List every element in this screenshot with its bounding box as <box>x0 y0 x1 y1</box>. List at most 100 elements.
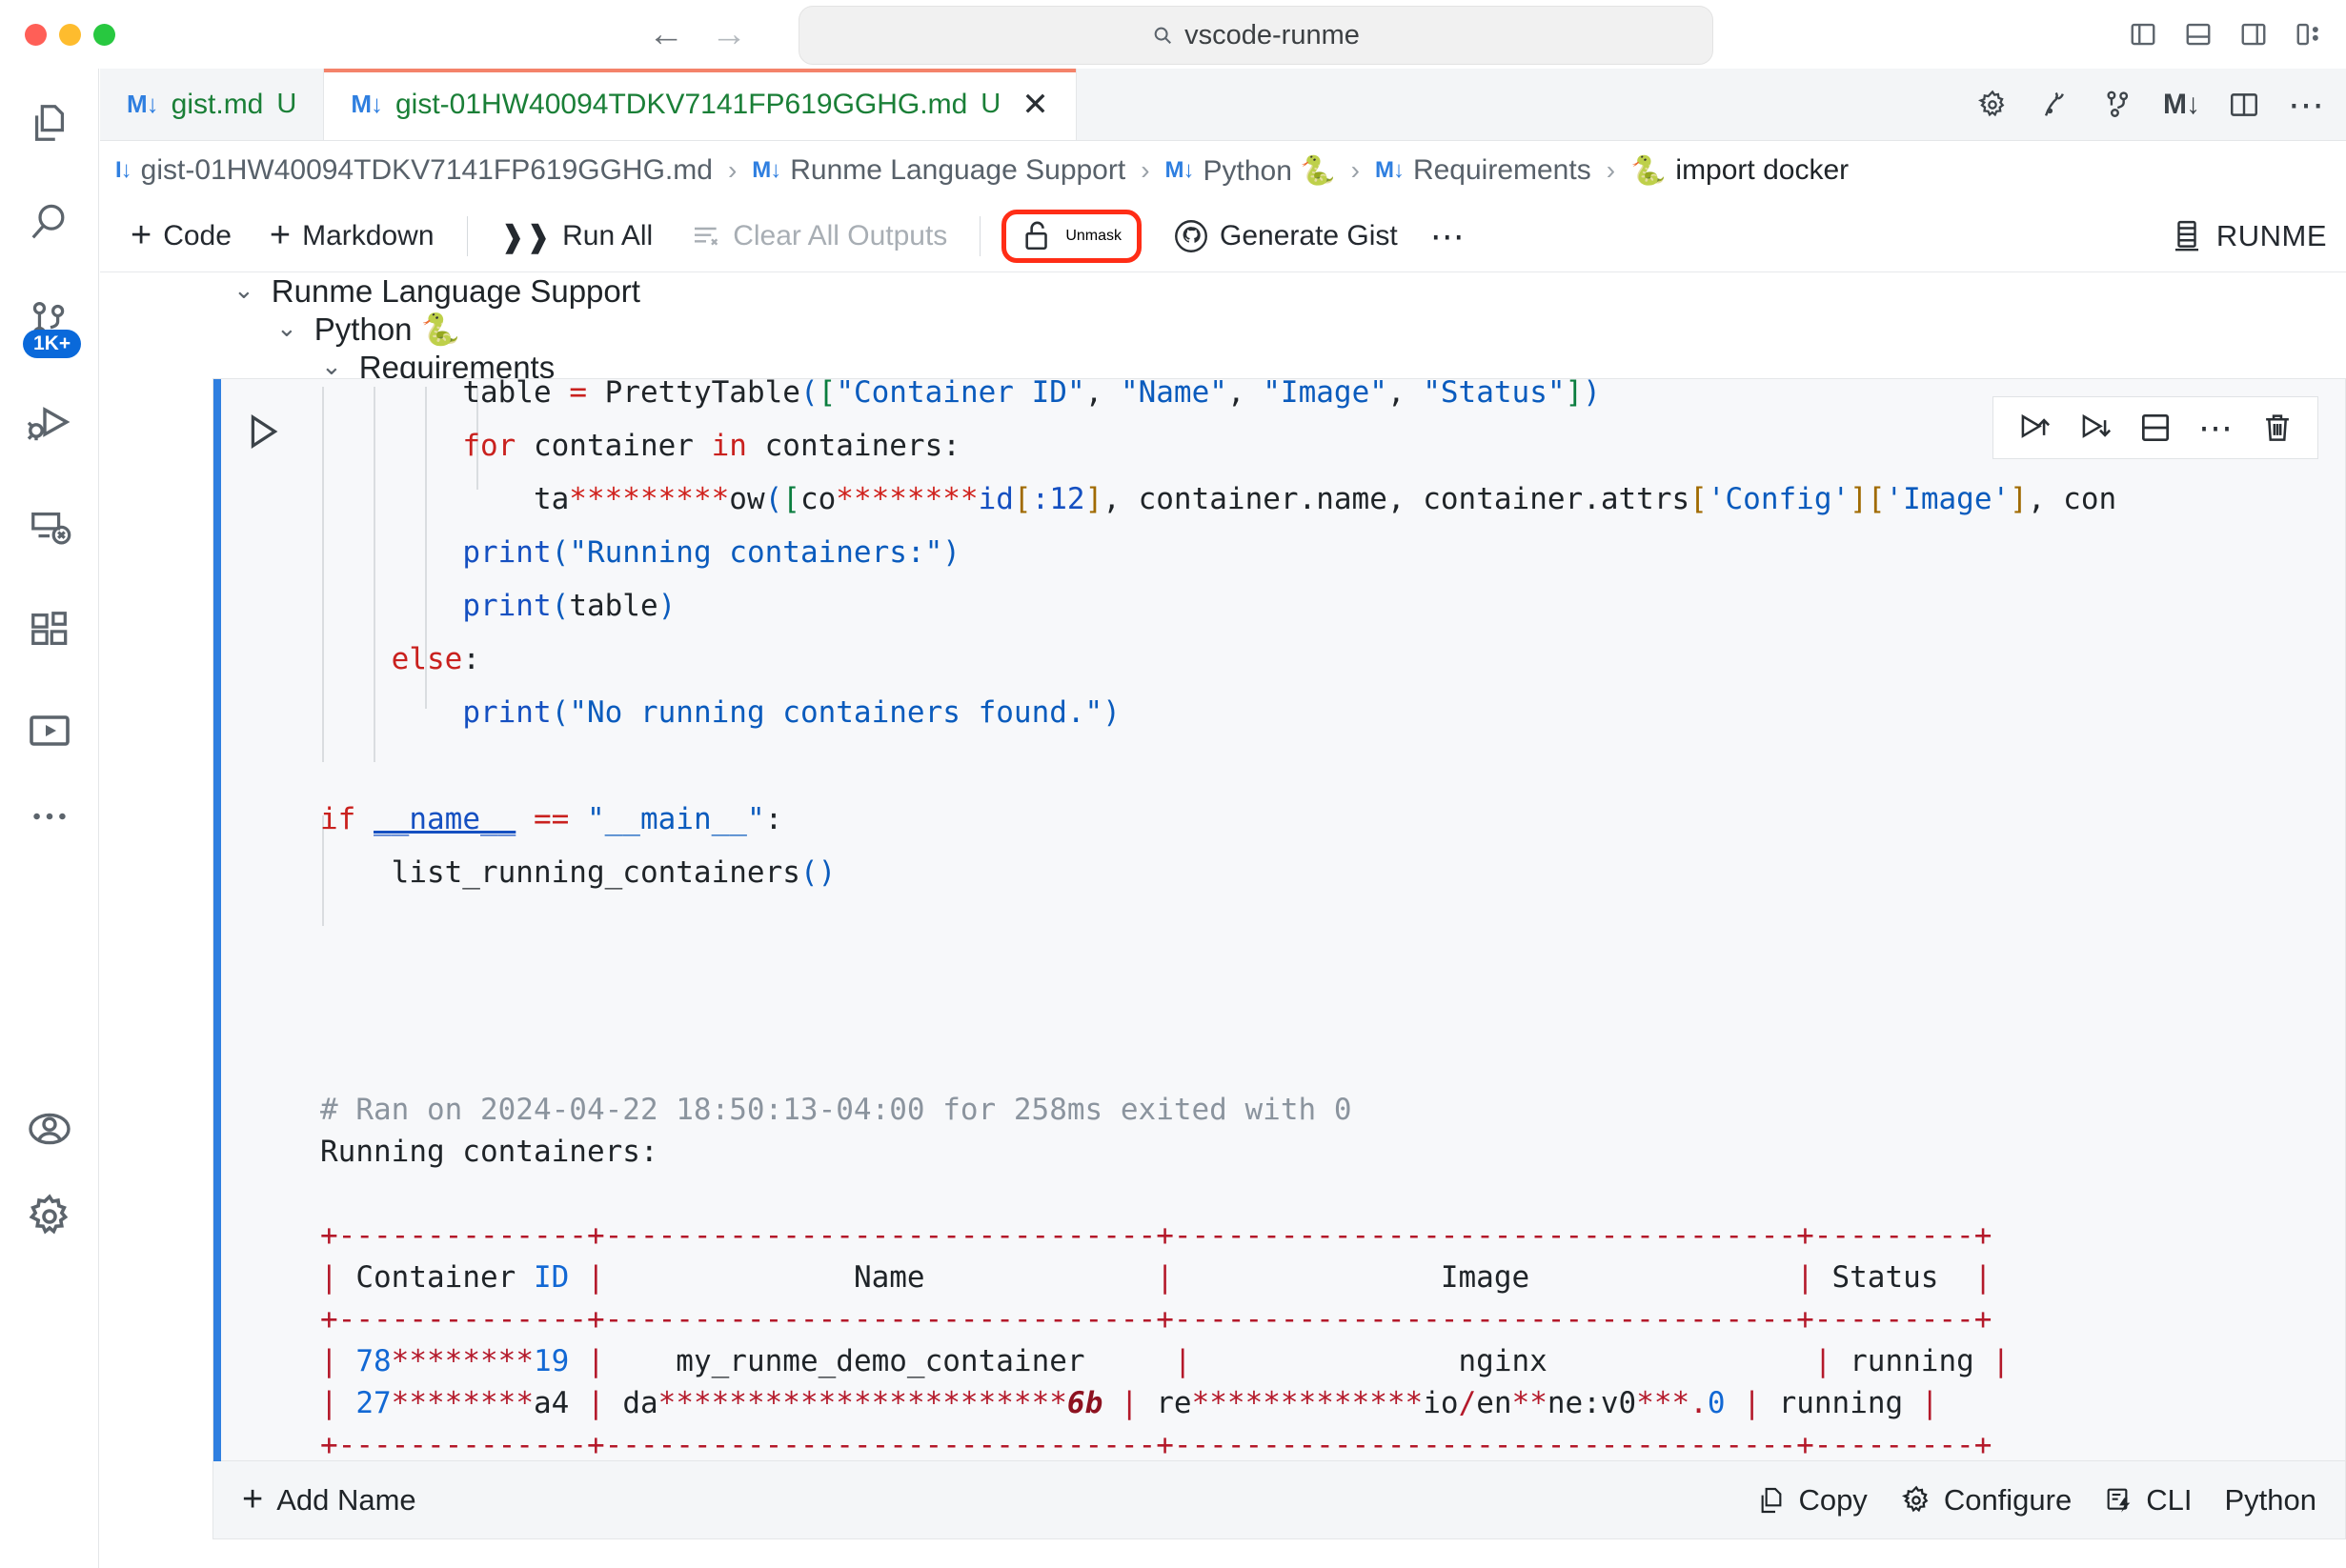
command-center-search[interactable]: vscode-runme <box>799 6 1713 65</box>
configure-label: Configure <box>1943 1482 2073 1517</box>
github-icon <box>1175 219 1207 252</box>
cli-label: CLI <box>2146 1482 2193 1517</box>
breadcrumb-separator: › <box>727 155 738 185</box>
forward-arrow-icon[interactable]: → <box>711 16 747 52</box>
sidebar-item-manage-settings[interactable] <box>0 1176 99 1257</box>
copy-button[interactable]: Copy <box>1756 1482 1868 1518</box>
markdown-icon: I↓ <box>115 157 132 183</box>
window-minimize-button[interactable] <box>59 23 81 46</box>
runme-mascot-icon[interactable] <box>2039 89 2072 121</box>
python-icon: 🐍 <box>1630 154 1667 187</box>
more-actions-icon[interactable]: ⋯ <box>2288 86 2324 126</box>
window-zoom-button[interactable] <box>93 23 115 46</box>
sidebar-item-run-and-debug[interactable] <box>0 383 99 465</box>
notebook-body: ⌄ Runme Language Support ⌄ Python 🐍 ⌄ Re… <box>100 273 2346 1568</box>
ellipsis-icon <box>33 813 66 820</box>
sidebar-item-explorer[interactable] <box>0 82 99 164</box>
run-debug-icon <box>27 407 71 441</box>
editor-tab-gist-md[interactable]: M↓ gist.md U <box>100 69 325 140</box>
configure-button[interactable]: Configure <box>1900 1483 2072 1518</box>
plus-icon: + <box>131 215 152 256</box>
sidebar-item-search[interactable] <box>0 181 99 263</box>
tab-dirty-badge: U <box>981 89 1001 119</box>
window-traffic-lights <box>25 23 115 46</box>
customize-layout-icon[interactable] <box>2295 20 2323 49</box>
add-name-button[interactable]: + Add Name <box>242 1479 416 1520</box>
git-branch-icon[interactable] <box>2102 89 2134 121</box>
toggle-primary-sidebar-icon[interactable] <box>2129 20 2157 49</box>
sidebar-item-accounts[interactable] <box>0 1088 99 1170</box>
account-icon <box>29 1113 71 1145</box>
copy-icon <box>1762 1487 1782 1513</box>
markdown-icon: M↓ <box>752 157 781 183</box>
outline-heading-2-label: Python 🐍 <box>313 312 460 347</box>
cell-focus-indicator <box>213 379 221 1462</box>
clear-outputs-icon <box>695 227 718 246</box>
sidebar-item-more-views[interactable] <box>0 775 99 857</box>
settings-gear-icon[interactable] <box>1976 89 2009 121</box>
editor-tab-actions: M↓ ⋯ <box>1976 69 2324 141</box>
sidebar-item-source-control[interactable]: 1K+ <box>0 280 99 362</box>
cli-button[interactable]: CLI <box>2104 1483 2192 1518</box>
runme-label: RUNME <box>2215 218 2327 252</box>
outline-heading-2[interactable]: ⌄ Python 🐍 <box>276 312 460 349</box>
add-code-label: Code <box>163 219 232 251</box>
split-editor-icon[interactable] <box>2228 89 2260 121</box>
extensions-icon <box>31 612 68 646</box>
cell-source-code[interactable]: table = PrettyTable(["Container ID", "Na… <box>320 366 2116 899</box>
markdown-preview-icon[interactable]: M↓ <box>2163 89 2200 121</box>
cell-language-label[interactable]: Python <box>2224 1483 2316 1518</box>
tab-label: gist.md <box>171 88 264 120</box>
breadcrumb-separator: › <box>1606 155 1616 185</box>
markdown-icon: M↓ <box>1374 157 1405 183</box>
run-all-button[interactable]: ❱❱ Run All <box>481 212 673 260</box>
cell-footer-actions: Copy Configure CLI Python <box>1756 1483 2316 1518</box>
editor-tab-bar: M↓ gist.md U M↓ gist-01HW40094TDKV7141FP… <box>100 69 2346 141</box>
layout-controls <box>2129 0 2323 69</box>
breadcrumb-item-import-docker[interactable]: import docker <box>1675 154 1849 187</box>
toggle-panel-icon[interactable] <box>2184 20 2213 49</box>
clear-all-outputs-label: Clear All Outputs <box>733 219 948 251</box>
toolbar-divider <box>466 215 468 256</box>
generate-gist-button[interactable]: Generate Gist <box>1155 213 1417 259</box>
plus-icon: + <box>242 1479 264 1520</box>
source-control-badge: 1K+ <box>23 330 82 359</box>
breadcrumb-item-file[interactable]: gist-01HW40094TDKV7141FP619GGHG.md <box>141 154 713 187</box>
close-icon[interactable]: ✕ <box>1021 86 1049 124</box>
tab-dirty-badge: U <box>276 89 297 119</box>
toggle-secondary-sidebar-icon[interactable] <box>2239 20 2268 49</box>
copy-label: Copy <box>1798 1482 1868 1517</box>
files-icon <box>34 105 65 141</box>
run-cell-button[interactable] <box>236 406 288 457</box>
breadcrumb-item-python[interactable]: Python 🐍 <box>1203 154 1336 188</box>
add-code-cell-button[interactable]: + Code <box>111 214 251 258</box>
breadcrumb-separator: › <box>1350 155 1360 185</box>
chevron-down-icon[interactable]: ⌄ <box>233 275 254 305</box>
execute-below-icon[interactable] <box>2075 409 2113 447</box>
run-all-label: Run All <box>562 219 654 251</box>
notebook-code-cell[interactable]: ⋯ table = PrettyTable(["Container ID", "… <box>212 375 2346 1462</box>
markdown-icon: M↓ <box>1164 157 1195 183</box>
more-cell-actions-icon[interactable]: ⋯ <box>2197 408 2235 447</box>
toolbar-more-button[interactable]: ⋯ <box>1417 211 1486 262</box>
breadcrumb-item-requirements[interactable]: Requirements <box>1413 154 1591 187</box>
sidebar-item-remote-explorer[interactable] <box>0 486 99 568</box>
delete-cell-icon[interactable] <box>2258 409 2296 447</box>
outline-heading-1[interactable]: ⌄ Runme Language Support <box>233 273 640 310</box>
server-icon <box>2174 220 2198 251</box>
runme-kernel-badge[interactable]: RUNME <box>2171 218 2327 254</box>
chevron-down-icon[interactable]: ⌄ <box>276 313 297 343</box>
clear-all-outputs-button[interactable]: Clear All Outputs <box>672 214 966 258</box>
unmask-button[interactable]: Unmask <box>1001 209 1142 263</box>
sidebar-item-extensions[interactable] <box>0 589 99 671</box>
window-close-button[interactable] <box>25 23 47 46</box>
add-markdown-cell-button[interactable]: + Markdown <box>251 214 454 258</box>
editor-tab-gist-01HW40094TDKV7141FP619GGHG-md[interactable]: M↓ gist-01HW40094TDKV7141FP619GGHG.md U … <box>324 69 1077 140</box>
tab-label: gist-01HW40094TDKV7141FP619GGHG.md <box>395 88 968 120</box>
back-arrow-icon[interactable]: ← <box>648 16 684 52</box>
gear-icon <box>29 1194 69 1235</box>
split-cell-icon[interactable] <box>2136 409 2174 447</box>
breadcrumb-item-runme-language-support[interactable]: Runme Language Support <box>790 154 1125 187</box>
execute-above-icon[interactable] <box>2014 409 2053 447</box>
sidebar-item-runme[interactable] <box>0 690 99 772</box>
